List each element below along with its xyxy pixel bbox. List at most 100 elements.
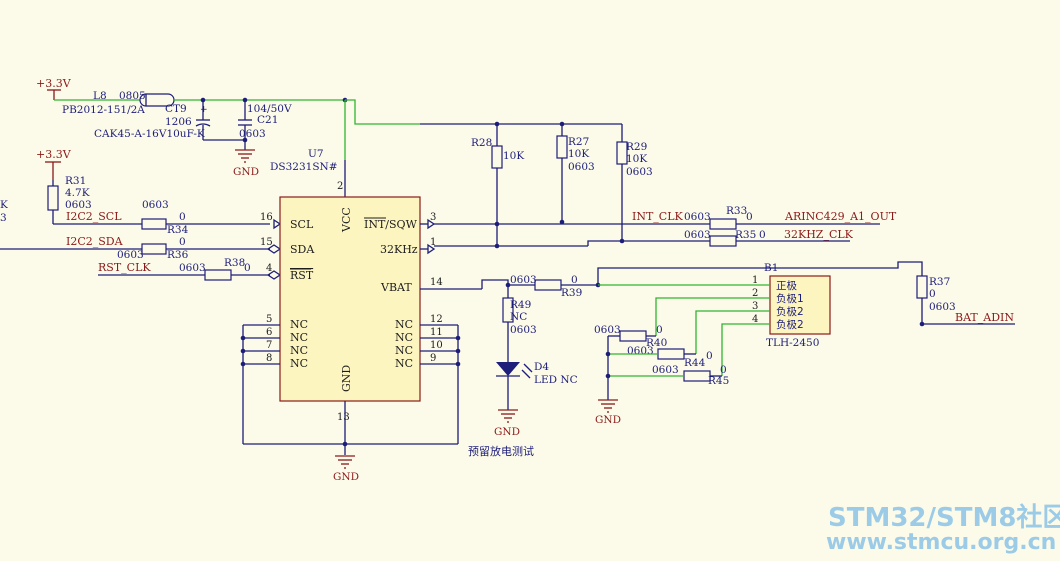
svg-text:2: 2 bbox=[337, 181, 343, 192]
svg-text:0603: 0603 bbox=[568, 161, 595, 173]
svg-text:0603: 0603 bbox=[117, 249, 144, 261]
svg-text:SDA: SDA bbox=[290, 243, 315, 256]
svg-text:0: 0 bbox=[179, 236, 186, 248]
svg-text:0603: 0603 bbox=[626, 166, 653, 178]
svg-text:RST: RST bbox=[290, 269, 314, 282]
svg-text:ARINC429_A1_OUT: ARINC429_A1_OUT bbox=[784, 210, 897, 223]
svg-text:7: 7 bbox=[266, 340, 272, 351]
svg-text:16: 16 bbox=[260, 212, 273, 223]
svg-text:www.stmcu.org.cn: www.stmcu.org.cn bbox=[826, 530, 1056, 555]
svg-text:13: 13 bbox=[337, 412, 350, 423]
ground-symbol-led: GND bbox=[494, 409, 520, 438]
svg-text:GND: GND bbox=[340, 365, 353, 392]
svg-text:预留放电测试: 预留放电测试 bbox=[468, 444, 534, 458]
battery-holder-b1: B1 正极 负极1 负极2 负极2 TLH-2450 1 2 3 4 bbox=[752, 262, 831, 349]
svg-text:0603: 0603 bbox=[142, 199, 169, 211]
svg-text:R36: R36 bbox=[167, 249, 189, 261]
svg-text:CT9: CT9 bbox=[165, 103, 187, 115]
svg-text:0603: 0603 bbox=[239, 128, 266, 140]
svg-text:L8: L8 bbox=[93, 90, 107, 102]
rtc-chip-u7: 16 15 4 SCL SDA RST VCC INT/SQW 32KHz VB… bbox=[260, 196, 421, 402]
svg-text:0: 0 bbox=[244, 262, 251, 274]
svg-text:32KHZ_CLK: 32KHZ_CLK bbox=[784, 228, 854, 241]
resistor-r34: 0603 0 R34 bbox=[141, 199, 189, 236]
svg-text:GND: GND bbox=[595, 414, 621, 426]
svg-text:NC: NC bbox=[290, 357, 308, 370]
svg-text:R45: R45 bbox=[708, 375, 729, 387]
svg-text:GND: GND bbox=[233, 166, 259, 178]
svg-text:9: 9 bbox=[430, 353, 436, 364]
svg-text:5: 5 bbox=[266, 314, 272, 325]
svg-text:0603: 0603 bbox=[510, 274, 537, 286]
power-symbol-3v3-top: +3.3V bbox=[36, 77, 72, 100]
svg-text:0805: 0805 bbox=[119, 90, 146, 102]
svg-text:NC: NC bbox=[290, 318, 308, 331]
svg-text:10K: 10K bbox=[503, 150, 524, 162]
svg-text:NC: NC bbox=[290, 331, 308, 344]
svg-text:I2C2_SDA: I2C2_SDA bbox=[66, 235, 124, 248]
svg-text:+: + bbox=[200, 105, 208, 115]
svg-text:14: 14 bbox=[430, 277, 443, 288]
svg-text:10K: 10K bbox=[568, 148, 589, 160]
svg-text:0: 0 bbox=[720, 364, 727, 376]
svg-text:RST_CLK: RST_CLK bbox=[98, 261, 151, 274]
ground-symbol-c21: GND bbox=[233, 149, 259, 178]
svg-text:B1: B1 bbox=[764, 262, 778, 274]
svg-text:12: 12 bbox=[430, 314, 443, 325]
capacitor-c21: 104/50V C21 0603 bbox=[238, 100, 292, 150]
svg-text:NC: NC bbox=[395, 331, 413, 344]
svg-text:NC: NC bbox=[290, 344, 308, 357]
svg-text:R38: R38 bbox=[224, 257, 245, 269]
svg-text:GND: GND bbox=[333, 471, 359, 483]
svg-text:0: 0 bbox=[571, 274, 578, 286]
resistor-r27: R27 10K 0603 bbox=[556, 124, 595, 222]
svg-text:0603: 0603 bbox=[594, 324, 621, 336]
resistor-r28: R28 10K bbox=[471, 124, 524, 246]
svg-text:VBAT: VBAT bbox=[380, 281, 412, 294]
svg-text:R35: R35 bbox=[735, 229, 756, 241]
svg-text:R28: R28 bbox=[471, 137, 492, 149]
ground-symbol-battery: GND bbox=[595, 399, 621, 426]
svg-text:0603: 0603 bbox=[510, 324, 537, 336]
svg-text:正极: 正极 bbox=[776, 279, 797, 292]
ground-symbol-chip: GND bbox=[333, 455, 359, 483]
resistor-r38: 0603 R38 0 bbox=[179, 257, 251, 281]
svg-text:R37: R37 bbox=[929, 276, 950, 288]
svg-text:STM32/STM8社区: STM32/STM8社区 bbox=[828, 502, 1060, 533]
svg-text:BAT_ADIN: BAT_ADIN bbox=[955, 311, 1014, 324]
schematic-canvas: +3.3V L8 0805 PB2012-151/2A + CT9 1206 C… bbox=[0, 77, 1060, 555]
svg-text:1206: 1206 bbox=[165, 116, 192, 128]
svg-text:15: 15 bbox=[260, 237, 273, 248]
svg-text:负极2: 负极2 bbox=[776, 305, 804, 318]
svg-text:INT/SQW: INT/SQW bbox=[364, 218, 418, 231]
svg-text:R39: R39 bbox=[561, 287, 582, 299]
svg-text:0603: 0603 bbox=[652, 364, 679, 376]
svg-text:负极1: 负极1 bbox=[776, 292, 804, 305]
svg-text:3: 3 bbox=[430, 212, 436, 223]
svg-text:NC: NC bbox=[395, 318, 413, 331]
resistor-r39: 0 R39 bbox=[534, 274, 582, 299]
svg-text:R31: R31 bbox=[65, 175, 86, 187]
resistor-r35: 0603 R35 0 bbox=[684, 229, 766, 247]
svg-text:11: 11 bbox=[430, 327, 443, 338]
svg-text:CAK45-A-16V10uF-K: CAK45-A-16V10uF-K bbox=[94, 128, 205, 140]
inductor-l8: L8 0805 PB2012-151/2A bbox=[62, 90, 175, 116]
svg-text:4.7K: 4.7K bbox=[65, 187, 90, 199]
svg-text:NC: NC bbox=[395, 344, 413, 357]
svg-text:NC: NC bbox=[510, 311, 527, 323]
svg-text:INT_CLK: INT_CLK bbox=[632, 210, 684, 223]
svg-text:0: 0 bbox=[929, 288, 936, 300]
svg-text:1: 1 bbox=[430, 237, 436, 248]
svg-text:0: 0 bbox=[656, 324, 663, 336]
svg-text:VCC: VCC bbox=[340, 207, 353, 233]
svg-text:0: 0 bbox=[759, 229, 766, 241]
svg-text:10: 10 bbox=[430, 340, 443, 351]
svg-text:0: 0 bbox=[746, 211, 753, 223]
watermark: STM32/STM8社区 www.stmcu.org.cn bbox=[826, 502, 1060, 555]
svg-text:DS3231SN#: DS3231SN# bbox=[270, 161, 338, 173]
svg-text:NC: NC bbox=[395, 357, 413, 370]
svg-text:0: 0 bbox=[706, 350, 713, 362]
svg-text:6: 6 bbox=[266, 327, 272, 338]
svg-text:R49: R49 bbox=[510, 299, 531, 311]
svg-text:D4: D4 bbox=[534, 361, 549, 373]
